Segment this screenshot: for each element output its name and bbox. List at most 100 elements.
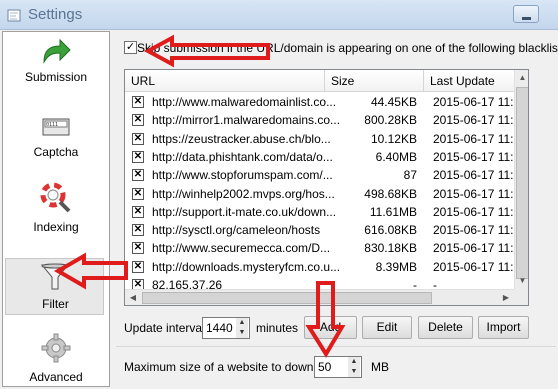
scroll-down-icon[interactable]: ▼	[515, 273, 528, 289]
scroll-right-icon[interactable]: ▶	[498, 290, 514, 305]
max-size-unit-label: MB	[371, 360, 389, 374]
sidebar-item-captcha[interactable]: 0111 Captcha	[3, 107, 109, 182]
row-size: 616.08KB	[364, 223, 417, 238]
row-url: http://support.it-mate.co.uk/down...	[152, 204, 337, 219]
sidebar-item-label: Captcha	[33, 145, 79, 159]
sidebar-item-label: Submission	[24, 70, 88, 84]
minimize-button[interactable]	[513, 5, 539, 23]
row-size: 8.39MB	[375, 259, 417, 274]
row-size: 800.28KB	[364, 113, 417, 128]
row-checkbox[interactable]: ✕	[132, 260, 144, 273]
spin-up-icon[interactable]: ▲	[236, 318, 248, 328]
sidebar-item-label: Indexing	[33, 220, 79, 234]
gear-icon	[41, 333, 71, 363]
row-size: 11.61MB	[369, 204, 417, 219]
minutes-label: minutes	[256, 321, 299, 335]
row-size: 830.18KB	[364, 241, 417, 256]
sidebar-item-advanced[interactable]: Advanced	[3, 328, 109, 388]
scroll-corner	[514, 289, 528, 305]
max-size-label: Maximum size of a website to download	[124, 360, 337, 374]
vertical-scrollbar[interactable]: ▲ ▼	[514, 70, 528, 289]
update-interval-spinner[interactable]: 1440 ▲ ▼	[202, 317, 250, 339]
row-checkbox[interactable]: ✕	[132, 205, 144, 218]
captcha-icon: 0111	[42, 118, 70, 136]
max-size-spinner[interactable]: 50 ▲ ▼	[314, 356, 362, 378]
row-checkbox[interactable]: ✕	[132, 114, 144, 127]
update-interval-label: Update interval	[124, 321, 205, 335]
skip-blacklist-label: Skip submission if the URL/domain is app…	[137, 41, 558, 55]
delete-button[interactable]: Delete	[418, 316, 473, 339]
row-size: 498.68KB	[364, 186, 417, 201]
blacklist-table: URL Size Last Update ✕ http://www.malware…	[124, 69, 529, 306]
row-checkbox[interactable]: ✕	[132, 187, 144, 200]
row-last-update: 2015-06-17 11:24	[433, 113, 515, 128]
spin-down-icon[interactable]: ▼	[348, 367, 360, 377]
row-last-update: 2015-06-17 11:27	[433, 259, 515, 274]
edit-button[interactable]: Edit	[362, 316, 412, 339]
row-size: 6.40MB	[375, 149, 417, 164]
skip-blacklist-checkbox[interactable]: ✓	[124, 41, 137, 54]
add-button[interactable]: Add	[304, 316, 357, 339]
row-last-update: 2015-06-17 11:25	[433, 241, 515, 256]
row-url: http://data.phishtank.com/data/o...	[152, 149, 333, 164]
lifebuoy-magnifier-icon	[40, 182, 71, 213]
column-header-url[interactable]: URL	[125, 70, 325, 92]
sidebar-item-submission[interactable]: Submission	[3, 32, 109, 107]
row-checkbox[interactable]: ✕	[132, 132, 144, 145]
row-checkbox[interactable]: ✕	[132, 242, 144, 255]
table-row[interactable]: ✕ http://winhelp2002.mvps.org/hos... 498.6…	[125, 185, 515, 203]
row-url: http://downloads.mysteryfcm.co.u...	[152, 259, 341, 274]
title-bar: Settings	[0, 0, 558, 30]
row-url: http://sysctl.org/cameleon/hosts	[152, 223, 321, 238]
max-size-value: 50	[318, 360, 332, 374]
row-url: http://winhelp2002.mvps.org/hos...	[152, 186, 335, 201]
svg-text:0111: 0111	[46, 122, 58, 128]
row-url: http://mirror1.malwaredomains.co...	[152, 113, 341, 128]
table-row[interactable]: ✕ http://support.it-mate.co.uk/down... 11.…	[125, 203, 515, 221]
row-checkbox[interactable]: ✕	[132, 150, 144, 163]
row-checkbox[interactable]: ✕	[132, 169, 144, 182]
spin-down-icon[interactable]: ▼	[236, 328, 248, 338]
horizontal-scrollbar[interactable]: ◀ ▶	[125, 289, 514, 305]
scroll-thumb[interactable]	[516, 87, 528, 279]
row-last-update: 2015-06-17 11:25	[433, 223, 515, 238]
column-header-last-update[interactable]: Last Update	[424, 70, 519, 92]
table-row[interactable]: ✕ http://sysctl.org/cameleon/hosts 616.08K…	[125, 221, 515, 239]
row-url: https://zeustracker.abuse.ch/blo...	[152, 131, 331, 146]
row-checkbox[interactable]: ✕	[132, 224, 144, 237]
row-last-update: 2015-06-17 11:25	[433, 186, 515, 201]
scroll-left-icon[interactable]: ◀	[125, 290, 141, 305]
row-size: 87	[403, 168, 417, 183]
row-size: 10.12KB	[370, 131, 417, 146]
sidebar-item-label: Filter	[42, 297, 69, 311]
row-url: http://www.securemecca.com/D...	[152, 241, 331, 256]
funnel-icon	[40, 263, 70, 290]
sidebar-item-filter[interactable]: Filter	[5, 258, 104, 315]
green-arrow-icon	[43, 38, 71, 64]
spin-up-icon[interactable]: ▲	[348, 357, 360, 367]
table-row[interactable]: ✕ http://mirror1.malwaredomains.co... 800.…	[125, 111, 515, 129]
update-interval-value: 1440	[206, 321, 233, 335]
table-row[interactable]: ✕ http://data.phishtank.com/data/o... 6.40…	[125, 148, 515, 166]
row-checkbox[interactable]: ✕	[132, 96, 144, 108]
scroll-up-icon[interactable]: ▲	[515, 70, 528, 86]
row-last-update: 2015-06-17 11:24	[433, 131, 515, 146]
sidebar-item-indexing[interactable]: Indexing	[3, 182, 109, 257]
app-icon	[7, 9, 21, 22]
column-header-size[interactable]: Size	[325, 70, 424, 92]
row-last-update: 2015-06-17 11:24	[433, 149, 515, 164]
sidebar-item-label: Advanced	[29, 370, 83, 384]
row-last-update: 2015-06-17 11:25	[433, 204, 515, 219]
table-row[interactable]: ✕ http://www.malwaredomainlist.co... 44.45…	[125, 93, 515, 111]
table-row[interactable]: ✕ https://zeustracker.abuse.ch/blo... 10.1…	[125, 130, 515, 148]
table-row[interactable]: ✕ http://downloads.mysteryfcm.co.u... 8.39…	[125, 258, 515, 276]
table-row[interactable]: ✕ http://www.securemecca.com/D... 830.18KB…	[125, 239, 515, 257]
row-last-update: 2015-06-17 11:25	[433, 168, 515, 183]
minimize-icon	[522, 17, 531, 20]
scroll-thumb[interactable]	[142, 292, 432, 304]
window-title: Settings	[28, 6, 83, 23]
import-button[interactable]: Import	[478, 316, 529, 339]
sidebar: Submission 0111 Captcha Indexing Filter	[2, 31, 110, 387]
row-size: 44.45KB	[370, 95, 417, 109]
table-row[interactable]: ✕ http://www.stopforumspam.com/... 87 2015-…	[125, 166, 515, 184]
